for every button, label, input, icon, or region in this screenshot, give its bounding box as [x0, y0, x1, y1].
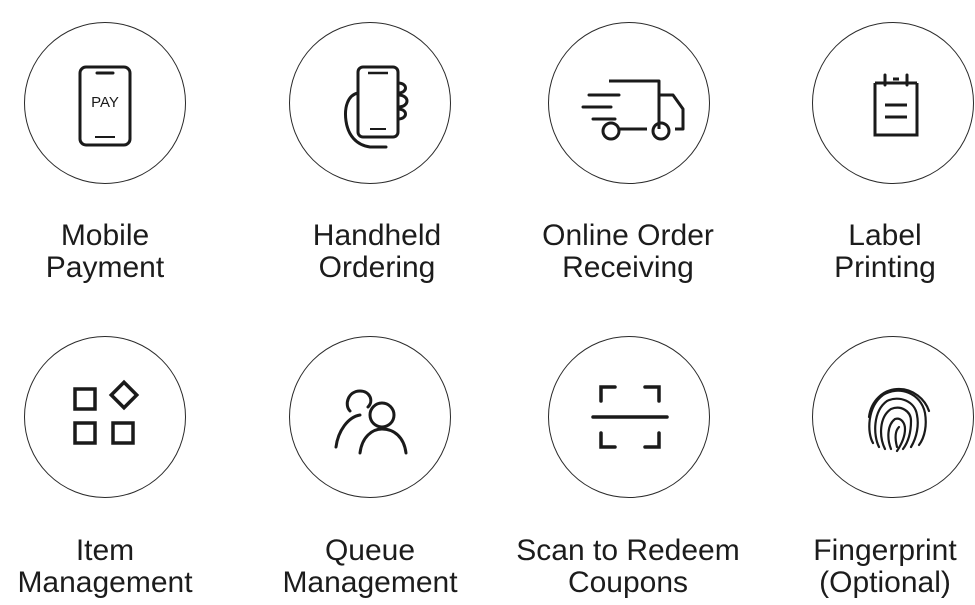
clipboard-label-icon	[873, 73, 919, 137]
feature-label-mobile-payment: Mobile Payment	[0, 220, 235, 284]
label-line: Payment	[45, 251, 165, 284]
label-printing-circle	[812, 22, 974, 184]
fingerprint-circle	[812, 336, 974, 498]
handheld-ordering-circle	[289, 22, 451, 184]
label-line: Printing	[834, 251, 936, 284]
label-line: Scan to Redeem	[516, 534, 740, 567]
feature-label-handheld-ordering: Handheld Ordering	[247, 220, 507, 284]
label-line: Ordering	[318, 251, 436, 284]
feature-label-label-printing: Label Printing	[755, 220, 975, 284]
label-line: Coupons	[567, 566, 689, 599]
feature-label-online-order: Online Order Receiving	[498, 220, 758, 284]
people-queue-icon	[334, 389, 408, 455]
scan-redeem-circle	[548, 336, 710, 498]
label-line: (Optional)	[819, 566, 951, 599]
mobile-pay-icon: PAY	[78, 65, 132, 147]
label-line: Management	[282, 566, 458, 599]
label-line: Management	[17, 566, 193, 599]
scan-frame-icon	[591, 385, 669, 449]
label-line: Queue	[324, 534, 416, 567]
feature-label-queue-management: Queue Management	[240, 535, 500, 599]
fingerprint-icon	[867, 387, 931, 453]
handheld-phone-icon	[344, 65, 409, 149]
label-line: Handheld	[312, 219, 442, 252]
queue-management-circle	[289, 336, 451, 498]
label-line: Mobile	[60, 219, 150, 252]
label-line: Receiving	[562, 251, 694, 284]
item-grid-icon	[73, 379, 140, 445]
label-line: Fingerprint	[813, 534, 957, 567]
label-line: Item	[75, 534, 135, 567]
mobile-payment-circle: PAY	[24, 22, 186, 184]
delivery-truck-icon	[581, 79, 685, 141]
label-line: Online Order	[542, 219, 714, 252]
online-order-circle	[548, 22, 710, 184]
feature-label-fingerprint: Fingerprint (Optional)	[755, 535, 975, 599]
pay-text: PAY	[91, 94, 119, 111]
item-management-circle	[24, 336, 186, 498]
feature-label-scan-redeem: Scan to Redeem Coupons	[498, 535, 758, 599]
feature-label-item-management: Item Management	[0, 535, 235, 599]
label-line: Label	[848, 219, 922, 252]
